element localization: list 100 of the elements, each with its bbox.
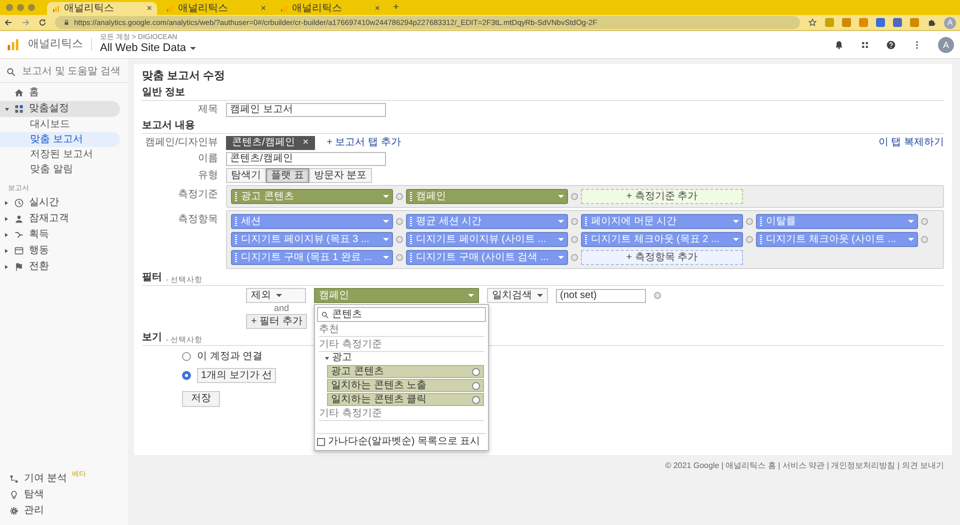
star-icon[interactable] [808,18,817,27]
logo-icon[interactable] [6,38,20,52]
filter-value-input[interactable]: (not set) [556,288,646,303]
report-tab[interactable]: 콘텐츠/캠페인 × [226,136,315,150]
type-toggle[interactable]: 탐색기 [226,168,266,184]
sidebar-item[interactable]: 행동 [0,243,120,260]
forward-icon[interactable] [21,18,30,27]
sidebar-subitem[interactable]: 맞춤 보고서 [0,132,120,147]
type-toggle[interactable]: 방문자 분포 [308,168,372,184]
caret-icon [733,238,739,242]
sidebar-item[interactable]: 잠재고객 [0,211,120,228]
close-icon[interactable]: × [260,2,266,15]
sidebar-item[interactable]: 홈 [0,85,120,101]
sidebar-subitem[interactable]: 저장된 보고서 [0,147,120,162]
remove-icon[interactable] [746,236,753,244]
dropdown-search-field[interactable]: 콘텐츠 [317,307,486,322]
title-input[interactable]: 캠페인 보고서 [226,103,386,118]
close-icon[interactable]: × [374,2,380,15]
browser-tab[interactable]: 애널리틱스 × [275,2,385,15]
sidebar-item[interactable]: 맞춤설정 [0,101,120,117]
duplicate-tab-link[interactable]: 이 탭 복제하기 [878,137,944,150]
browser-tab[interactable]: 애널리틱스 × [47,2,157,15]
section-heading: 일반 정보 [142,87,185,100]
radio-label: 이 계정과 연결 [197,350,263,363]
sidebar-item[interactable]: 전환 [0,259,120,276]
drag-handle-icon[interactable] [410,192,412,202]
branch-icon [14,230,24,240]
checkbox[interactable] [317,438,325,446]
back-icon[interactable] [4,18,13,27]
property-selector[interactable]: All Web Site Data [100,42,196,56]
remove-icon[interactable] [396,236,403,244]
caret-icon [383,220,389,224]
footer-link[interactable]: 개인정보처리방침 [831,460,896,470]
dropdown-option[interactable]: 광고 콘텐츠 [327,365,484,378]
dropdown-section-label: 추천 [319,324,484,338]
type-toggle[interactable]: 플랫 표 [266,168,309,184]
caret-icon [558,195,564,198]
search-field[interactable]: 보고서 및 도움말 검색 [0,61,128,83]
bar-chart-icon [280,4,288,12]
exclude-select[interactable]: 제외 [246,288,306,304]
remove-icon[interactable] [396,193,403,200]
dropdown-option[interactable]: 일치하는 콘텐츠 노출 [327,379,484,392]
checkbox-label: 가나다순(알파벳순) 목록으로 표시 [328,436,480,448]
add-tab-link[interactable]: + 보고서 탭 추가 [326,137,401,150]
reload-icon[interactable] [38,18,47,27]
sidebar-item[interactable]: 관리 [0,503,120,519]
sidebar-item[interactable]: 탐색 [0,487,120,503]
add-metric-button[interactable]: + 측정항목 추가 [581,250,743,266]
caret-icon [558,220,564,224]
grid-icon [14,104,24,114]
help-icon[interactable] [886,40,896,50]
footer-link[interactable]: 서비스 약관 [782,460,825,470]
remove-icon[interactable] [571,193,578,200]
apps-icon[interactable] [860,40,870,50]
dropdown-option[interactable]: 일치하는 콘텐츠 클릭 [327,393,484,406]
remove-icon[interactable] [746,218,753,226]
add-filter-button[interactable]: + 필터 추가 [246,314,308,329]
bell-icon[interactable] [834,40,844,50]
remove-icon[interactable] [921,236,928,244]
sidebar-subitem[interactable]: 맞춤 알림 [0,162,120,177]
field-label: 제목 [197,104,219,116]
remove-icon[interactable] [396,218,403,226]
tab-title: 애널리틱스 [178,2,228,15]
close-icon[interactable]: × [302,136,309,150]
browser-tab[interactable]: 애널리틱스 × [161,2,271,15]
save-button[interactable]: 저장 [182,390,220,407]
dropdown-group[interactable]: 광고 [317,352,486,364]
tab-label: 캠페인/디자인뷰 [144,137,219,150]
caret-icon [537,294,543,298]
caret-icon [276,294,282,298]
footer-text: © 2021 Google | 애널리틱스 홈 | 서비스 약관 | 개인정보처리방침 | 의견 보내기 [664,460,945,471]
radio-button[interactable] [182,352,191,362]
section-heading: 보기 [142,332,162,344]
bar-chart-icon [166,4,174,12]
footer-link[interactable]: 애널리틱스 홈 [726,460,776,470]
match-select[interactable]: 일치검색 [487,288,548,304]
radio-button[interactable] [182,371,191,380]
clock-icon [14,198,24,208]
remove-icon[interactable] [654,292,661,300]
remove-icon[interactable] [571,218,578,226]
view-select[interactable]: 1개의 보기가 선 [197,368,276,384]
drag-handle-icon[interactable] [235,192,237,202]
section-heading: 필터 [142,272,162,284]
lightbulb-icon [9,490,19,500]
home-icon [14,88,24,98]
sidebar-subitem[interactable]: 대시보드 [0,117,120,132]
sidebar-item[interactable]: 획득 [0,227,120,244]
close-icon[interactable]: × [146,2,152,15]
name-input[interactable]: 콘텐츠/캠페인 [226,152,386,166]
footer-link[interactable]: 의견 보내기 [902,460,944,470]
add-dimension-button[interactable]: + 측정기준 추가 [581,189,743,204]
sidebar-item[interactable]: 실시간 [0,195,120,212]
new-tab-button[interactable]: + [393,2,399,14]
remove-icon[interactable] [921,218,928,226]
remove-icon[interactable] [571,254,578,262]
puzzle-icon[interactable] [927,18,936,27]
remove-icon[interactable] [396,254,403,262]
caret-icon [908,238,914,242]
dropdown-section-label: 기타 측정기준 [319,339,484,352]
remove-icon[interactable] [571,236,578,244]
